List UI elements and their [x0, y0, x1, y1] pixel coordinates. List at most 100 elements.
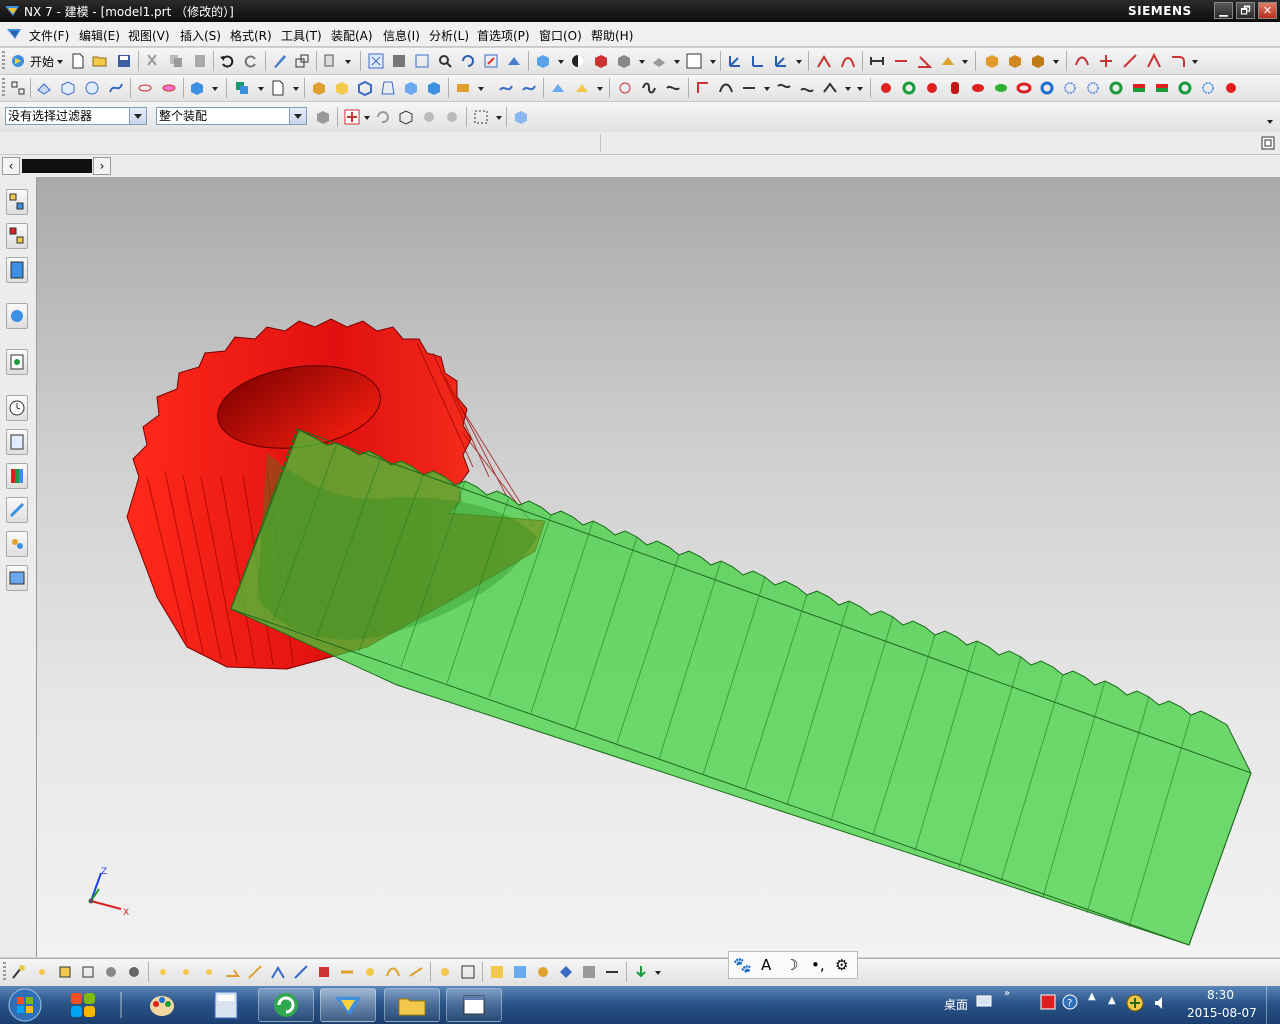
curve-split-icon[interactable] — [1098, 53, 1114, 69]
taskbar-browser-button[interactable] — [258, 988, 314, 1022]
snap-angle-icon[interactable] — [224, 964, 240, 980]
offset-curve-icon[interactable] — [822, 80, 838, 96]
paste-icon[interactable] — [192, 53, 208, 69]
menu-window[interactable]: 窗口(O) — [539, 27, 582, 44]
filter-curve-icon[interactable] — [604, 964, 620, 980]
help-icon[interactable]: ? — [1062, 994, 1078, 1010]
green-blob-icon[interactable] — [993, 80, 1009, 96]
shell-icon[interactable] — [357, 80, 373, 96]
select-features-icon[interactable] — [315, 109, 331, 125]
snap-intersection-icon[interactable] — [80, 964, 96, 980]
menu-analysis[interactable]: 分析(L) — [429, 27, 469, 44]
intersect-curve-icon[interactable] — [799, 80, 815, 96]
curve-red-icon[interactable] — [1074, 53, 1090, 69]
snap-end-icon[interactable] — [11, 964, 27, 980]
tray-app-icon[interactable] — [1040, 994, 1056, 1010]
filter-body-icon[interactable] — [512, 964, 528, 980]
active-tab[interactable] — [22, 159, 92, 173]
extrude-icon[interactable] — [60, 80, 76, 96]
datum-icon[interactable] — [36, 80, 52, 96]
zoom-icon[interactable] — [414, 53, 430, 69]
point-on-face-icon[interactable] — [201, 964, 217, 980]
red-star-icon[interactable] — [924, 80, 940, 96]
paint-app-icon[interactable] — [146, 990, 178, 1020]
wcs-dynamic-icon[interactable] — [750, 53, 766, 69]
red-dot-icon[interactable] — [878, 80, 894, 96]
filter-edge-icon[interactable] — [535, 964, 551, 980]
graphics-window[interactable]: Z X — [37, 177, 1280, 957]
assembly-icon[interactable] — [984, 53, 1000, 69]
project-curve-icon[interactable] — [776, 80, 792, 96]
measure-body-icon[interactable] — [940, 53, 956, 69]
clock-time[interactable]: 8:30 — [1207, 988, 1234, 1002]
through-curves-icon[interactable] — [521, 80, 537, 96]
snap-point-icon[interactable] — [344, 109, 360, 125]
tray-overflow-icon[interactable]: » — [1004, 988, 1010, 999]
curve-fillet-icon[interactable] — [1170, 53, 1186, 69]
edge-blend-icon[interactable] — [311, 80, 327, 96]
bridge-curve-icon[interactable] — [718, 80, 734, 96]
copy-icon[interactable] — [168, 53, 184, 69]
fit-view-icon[interactable] — [368, 53, 384, 69]
tray-arrow-up-icon[interactable]: ▲ — [1088, 991, 1096, 1002]
snap-poles-icon[interactable] — [362, 964, 378, 980]
ime-mode-button[interactable]: A — [761, 956, 771, 974]
draft-icon[interactable] — [380, 80, 396, 96]
snap-grid-icon[interactable] — [460, 964, 476, 980]
green-gear-icon[interactable] — [1108, 80, 1124, 96]
curve-trim-icon[interactable] — [1122, 53, 1138, 69]
surface-icon[interactable] — [498, 80, 514, 96]
part-navigator-icon[interactable] — [10, 80, 26, 96]
snap-spline-icon[interactable] — [385, 964, 401, 980]
pen-tool-icon[interactable] — [272, 53, 288, 69]
blue-gear-outline-icon[interactable] — [1200, 80, 1216, 96]
app-menu-icon[interactable] — [6, 26, 22, 42]
command-finder-icon[interactable] — [322, 53, 338, 69]
filter-component-icon[interactable] — [581, 964, 597, 980]
window-tool-icon[interactable] — [294, 53, 310, 69]
quick-pick-icon[interactable] — [437, 964, 453, 980]
select-gear-icon[interactable] — [421, 109, 437, 125]
revolve-icon[interactable] — [84, 80, 100, 96]
snap-center-icon[interactable] — [103, 964, 119, 980]
filter-feature-icon[interactable] — [558, 964, 574, 980]
boss-icon[interactable] — [161, 80, 177, 96]
roles-button[interactable] — [6, 531, 28, 557]
undo-icon[interactable] — [219, 53, 235, 69]
block-icon[interactable] — [189, 80, 205, 96]
start-icon[interactable] — [10, 53, 26, 69]
sweep-icon[interactable] — [108, 80, 124, 96]
start-button[interactable]: 开始 — [30, 53, 54, 70]
tray-arrow-icon[interactable]: ▲ — [1108, 995, 1116, 1006]
redo-icon[interactable] — [243, 53, 259, 69]
snap-bounded-icon[interactable] — [293, 964, 309, 980]
tab-scroll-right-button[interactable]: › — [93, 157, 111, 175]
hd3d-tools-button[interactable] — [6, 349, 28, 375]
angle-icon[interactable] — [916, 53, 932, 69]
wcs-orient-icon[interactable] — [773, 53, 789, 69]
ime-halfwidth-button[interactable]: ☽ — [785, 956, 798, 974]
select-body-icon[interactable] — [398, 109, 414, 125]
select-gear-2-icon[interactable] — [444, 109, 460, 125]
render-style-icon[interactable] — [535, 53, 551, 69]
scale-body-icon[interactable] — [426, 80, 442, 96]
process-studio-button[interactable] — [6, 463, 28, 489]
ime-settings-button[interactable]: ⚙ — [835, 956, 848, 974]
point-on-curve-icon[interactable] — [178, 964, 194, 980]
blue-ring-icon[interactable] — [1039, 80, 1055, 96]
green-wheel-icon[interactable] — [1177, 80, 1193, 96]
show-desktop-button[interactable] — [1266, 986, 1280, 1024]
download-icon[interactable] — [633, 964, 649, 980]
taskbar-app-1-icon[interactable] — [68, 990, 98, 1020]
spline-icon[interactable] — [617, 80, 633, 96]
manufacturing-wizards-button[interactable] — [6, 497, 28, 523]
fillet-curve-icon[interactable] — [695, 80, 711, 96]
maximize-viewport-icon[interactable] — [1261, 136, 1275, 150]
menu-help[interactable]: 帮助(H) — [591, 27, 633, 44]
snap-surface-icon[interactable] — [408, 964, 424, 980]
tray-network-icon[interactable] — [975, 992, 995, 1010]
red-torus-icon[interactable] — [1016, 80, 1032, 96]
menu-view[interactable]: 视图(V) — [128, 27, 170, 44]
snap-existing-icon[interactable] — [316, 964, 332, 980]
tray-plus-icon[interactable] — [1126, 994, 1144, 1012]
